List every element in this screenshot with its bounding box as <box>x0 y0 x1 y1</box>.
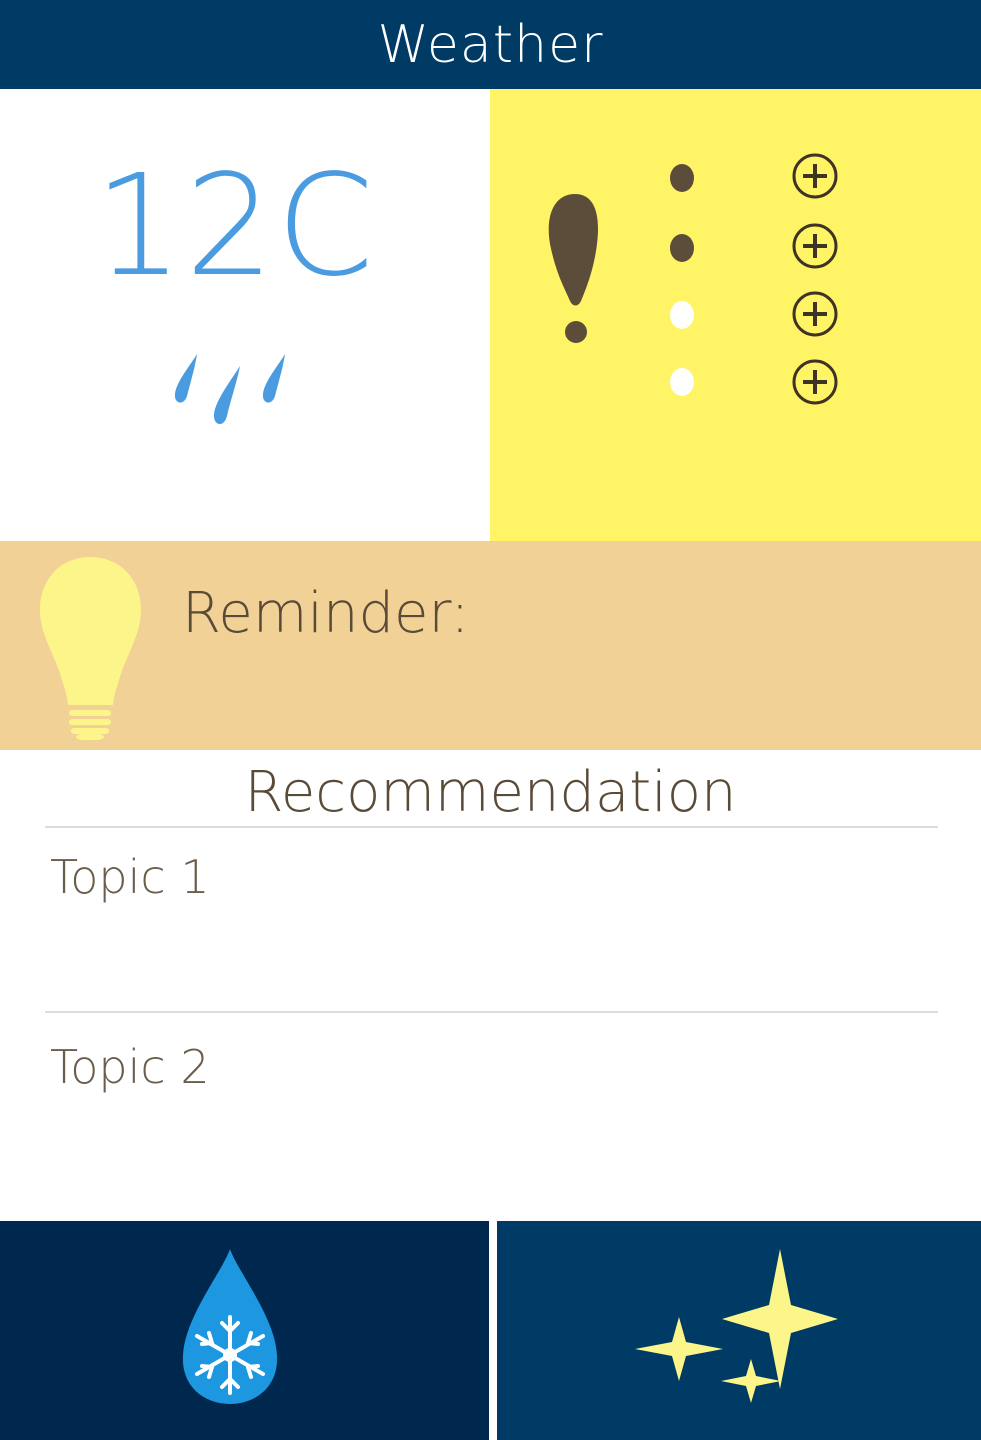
alert-dot-2[interactable] <box>670 234 694 262</box>
topic-item-1[interactable]: Topic 1 <box>50 850 210 904</box>
recommendation-title: Recommendation <box>244 760 737 825</box>
sparkles-icon <box>635 1249 838 1403</box>
lightbulb-icon <box>40 557 141 740</box>
plus-circle-icon[interactable] <box>792 291 838 337</box>
divider <box>45 826 938 828</box>
footer-divider <box>489 1221 497 1440</box>
rain-icon <box>174 354 285 425</box>
weather-panel: 12C <box>0 89 490 541</box>
reminder-label: Reminder: <box>182 581 470 646</box>
plus-circle-icon[interactable] <box>792 153 838 199</box>
alert-dot-4[interactable] <box>670 368 694 396</box>
app-header: Weather <box>0 0 981 89</box>
reminder-section[interactable]: Reminder: <box>0 541 981 750</box>
recommendation-section: Recommendation Topic 1 Topic 2 <box>0 750 981 1221</box>
snow-drop-icon <box>182 1249 278 1404</box>
temperature-value: 12C <box>94 145 376 308</box>
snow-rain-button[interactable] <box>0 1221 489 1440</box>
alert-dot-3[interactable] <box>670 301 694 329</box>
clear-sky-button[interactable] <box>497 1221 981 1440</box>
alert-panel <box>490 89 981 541</box>
topic-item-2[interactable]: Topic 2 <box>50 1040 210 1094</box>
exclamation-icon <box>548 194 599 343</box>
alert-dot-1[interactable] <box>670 164 694 192</box>
divider <box>45 1011 938 1013</box>
page-title: Weather <box>377 14 604 75</box>
plus-circle-icon[interactable] <box>792 223 838 269</box>
plus-circle-icon[interactable] <box>792 359 838 405</box>
